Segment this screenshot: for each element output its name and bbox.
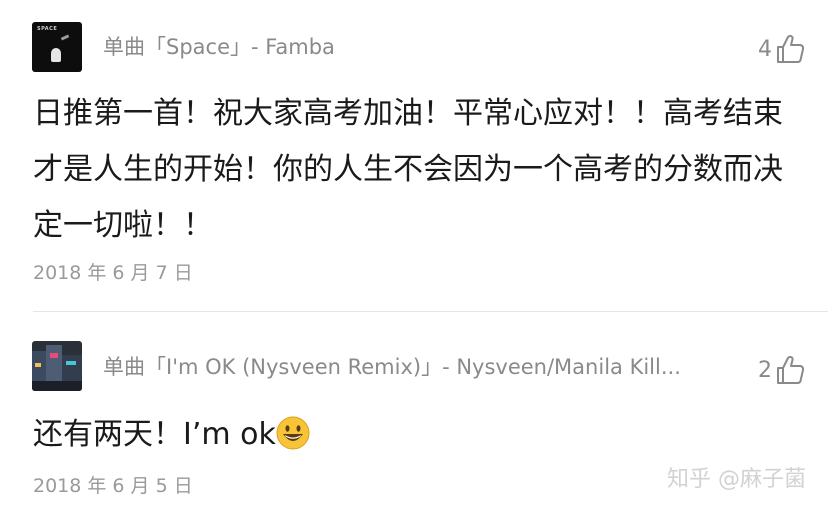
comment-date: 2018 年 6 月 7 日 <box>33 262 193 284</box>
song-title-link[interactable]: 单曲「Space」- Famba <box>103 34 733 60</box>
cover-neon-sign-art <box>50 353 58 358</box>
comment-text: 还有两天！I’m ok <box>33 417 276 452</box>
like-count: 2 <box>758 357 772 383</box>
album-cover-space[interactable]: SPACE <box>32 22 82 72</box>
cover-neon-sign-art <box>66 361 76 365</box>
cover-spaceship-art <box>60 34 70 41</box>
song-title-link[interactable]: 单曲「I'm OK (Nysveen Remix)」- Nysveen/Mani… <box>103 354 733 380</box>
watermark: 知乎 @麻子菌 <box>667 467 806 492</box>
comment-date: 2018 年 6 月 5 日 <box>33 475 193 497</box>
thumbs-up-icon <box>776 34 804 64</box>
thumbs-up-icon <box>776 355 804 385</box>
comment-text-wrapper: 还有两天！I’m ok <box>33 407 803 463</box>
cover-title: SPACE <box>37 26 58 32</box>
like-button[interactable]: 2 <box>758 355 804 385</box>
cover-neon-sign-art <box>35 363 41 367</box>
like-button[interactable]: 4 <box>758 34 804 64</box>
comment-item: SPACE 单曲「Space」- Famba 4 日推第一首！祝大家高考加油！平… <box>0 0 828 311</box>
comment-text: 日推第一首！祝大家高考加油！平常心应对！！高考结束才是人生的开始！你的人生不会因… <box>33 96 783 243</box>
album-cover-im-ok[interactable] <box>32 341 82 391</box>
cover-astronaut-art <box>51 48 61 62</box>
cover-street-art <box>32 381 82 391</box>
like-count: 4 <box>758 36 772 62</box>
grinning-face-icon <box>276 413 310 450</box>
